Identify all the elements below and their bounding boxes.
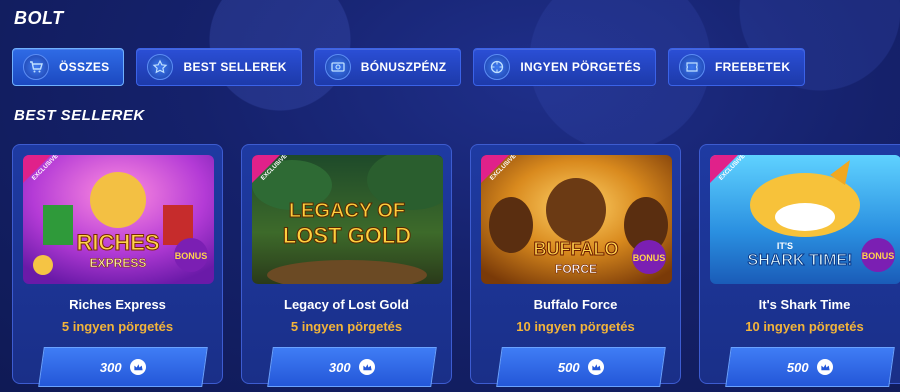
crown-icon <box>587 359 604 375</box>
ticket-icon <box>678 54 705 80</box>
spin-icon <box>484 54 511 80</box>
bonus-badge: BONUS <box>175 251 208 261</box>
game-spins: 10 ingyen pörgetés <box>516 319 635 334</box>
product-cards: EXCLUSIVE RICHES EXPRESS BONUS Riches Ex… <box>12 144 900 387</box>
tab-best-sellerek[interactable]: BEST SELLEREK <box>136 48 302 86</box>
page-title: BOLT <box>14 8 64 28</box>
game-art-subtitle: EXPRESS <box>90 256 147 270</box>
game-art-subtitle: FORCE <box>555 262 597 276</box>
buy-button[interactable]: 300 <box>38 347 208 387</box>
crown-icon <box>816 359 833 375</box>
category-tabs: ÖSSZES BEST SELLEREK BÓNUSZPÉNZ INGYEN P… <box>12 48 806 86</box>
product-card[interactable]: EXCLUSIVE BUFFALO FORCE BONUS Buffalo Fo… <box>470 144 681 387</box>
game-name: It's Shark Time <box>758 297 851 312</box>
game-thumbnail[interactable]: EXCLUSIVE BUFFALO FORCE BONUS <box>481 155 672 284</box>
star-icon <box>147 54 174 80</box>
bonus-badge: BONUS <box>633 253 666 263</box>
product-card[interactable]: EXCLUSIVE RICHES EXPRESS BONUS Riches Ex… <box>12 144 223 387</box>
tab-label: BÓNUSZPÉNZ <box>360 60 447 74</box>
tab-label: BEST SELLEREK <box>183 60 287 74</box>
game-spins: 10 ingyen pörgetés <box>745 319 864 334</box>
price-label: 500 <box>558 359 580 375</box>
buy-button[interactable]: 500 <box>725 347 895 387</box>
game-spins: 5 ingyen pörgetés <box>61 319 174 334</box>
game-art-subtitle: SHARK TIME! <box>748 252 853 269</box>
cart-icon <box>23 54 49 80</box>
game-name: Riches Express <box>69 297 166 312</box>
game-thumbnail[interactable]: EXCLUSIVE IT'S SHARK TIME! BONUS <box>710 155 900 284</box>
game-name: Buffalo Force <box>533 297 618 312</box>
game-spins: 5 ingyen pörgetés <box>290 319 403 334</box>
game-art-title: BUFFALO <box>534 239 619 259</box>
game-thumbnail[interactable]: EXCLUSIVE LEGACY OF LOST GOLD <box>252 155 443 284</box>
crown-icon <box>129 359 146 375</box>
tab-bonuszpenz[interactable]: BÓNUSZPÉNZ <box>313 48 462 86</box>
tab-freebetek[interactable]: FREEBETEK <box>667 48 806 86</box>
product-card[interactable]: EXCLUSIVE LEGACY OF LOST GOLD Legacy of … <box>241 144 452 387</box>
game-art-subtitle: LOST GOLD <box>283 223 411 248</box>
game-thumbnail[interactable]: EXCLUSIVE RICHES EXPRESS BONUS <box>23 155 214 284</box>
tab-label: ÖSSZES <box>59 60 110 74</box>
tab-osszes[interactable]: ÖSSZES <box>12 48 125 86</box>
game-art-title: IT'S <box>777 241 793 251</box>
section-title: BEST SELLEREK <box>14 107 145 124</box>
buy-button[interactable]: 300 <box>267 347 437 387</box>
tab-ingyen-porgetes[interactable]: INGYEN PÖRGETÉS <box>473 48 656 86</box>
game-art-title: LEGACY OF <box>289 200 405 222</box>
tab-label: INGYEN PÖRGETÉS <box>520 60 641 74</box>
product-card[interactable]: EXCLUSIVE IT'S SHARK TIME! BONUS It's Sh… <box>699 144 900 387</box>
price-label: 300 <box>329 359 351 375</box>
game-name: Legacy of Lost Gold <box>284 297 409 312</box>
price-label: 300 <box>100 359 122 375</box>
banknote-icon <box>324 54 351 80</box>
buy-button[interactable]: 500 <box>496 347 666 387</box>
price-label: 500 <box>787 359 809 375</box>
bonus-badge: BONUS <box>862 251 895 261</box>
tab-label: FREEBETEK <box>714 60 791 74</box>
game-art-title: RICHES <box>76 230 159 255</box>
crown-icon <box>358 359 375 375</box>
